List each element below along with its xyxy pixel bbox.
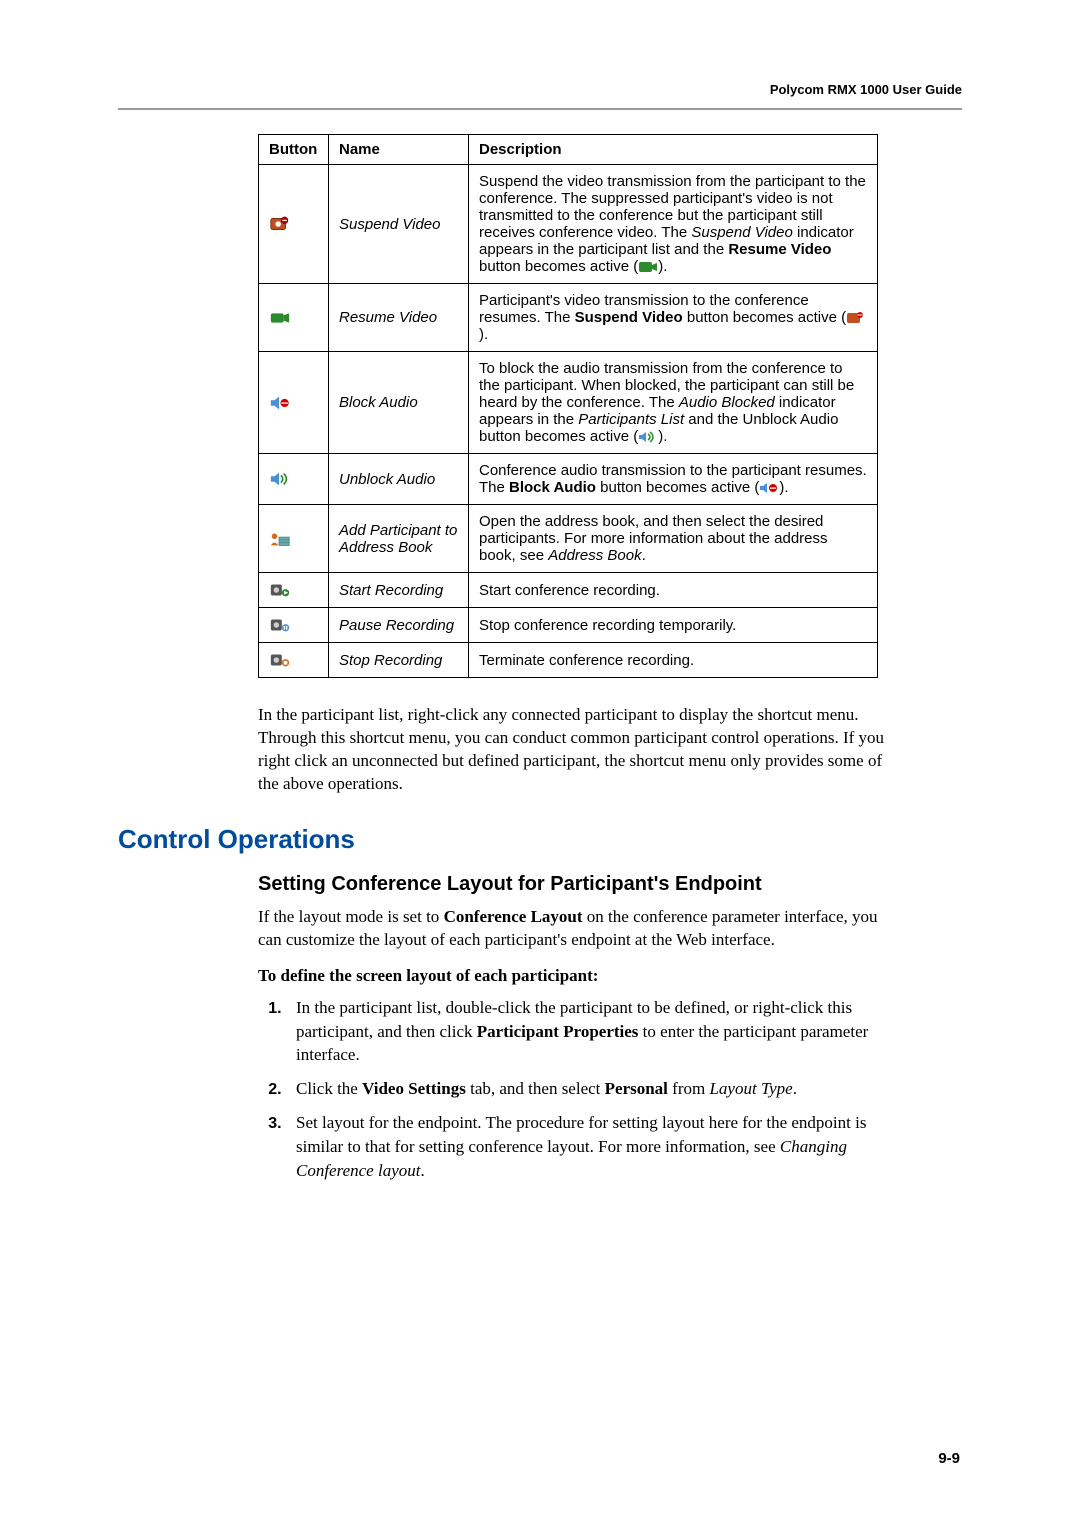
row-name: Add Participant to Address Book xyxy=(329,505,469,573)
unblock-audio-icon xyxy=(269,470,291,488)
table-row: Block Audio To block the audio transmiss… xyxy=(259,352,878,454)
subsection-heading: Setting Conference Layout for Participan… xyxy=(258,873,962,896)
row-name: Suspend Video xyxy=(329,165,469,284)
row-desc: Terminate conference recording. xyxy=(469,643,878,678)
table-row: Unblock Audio Conference audio transmiss… xyxy=(259,454,878,505)
table-row: Stop Recording Terminate conference reco… xyxy=(259,643,878,678)
row-desc: To block the audio transmission from the… xyxy=(469,352,878,454)
block-audio-inline-icon xyxy=(759,481,779,495)
row-desc: Participant's video transmission to the … xyxy=(469,284,878,352)
row-desc: Open the address book, and then select t… xyxy=(469,505,878,573)
table-row: Add Participant to Address Book Open the… xyxy=(259,505,878,573)
row-desc: Stop conference recording temporarily. xyxy=(469,608,878,643)
th-desc: Description xyxy=(469,135,878,165)
row-name: Block Audio xyxy=(329,352,469,454)
stop-recording-icon xyxy=(269,651,291,669)
page-number: 9-9 xyxy=(938,1450,960,1467)
row-name: Start Recording xyxy=(329,573,469,608)
table-row: Pause Recording Stop conference recordin… xyxy=(259,608,878,643)
resume-video-inline-icon xyxy=(638,260,658,274)
block-audio-icon xyxy=(269,394,291,412)
pause-recording-icon xyxy=(269,616,291,634)
define-line: To define the screen layout of each part… xyxy=(258,966,962,986)
page: Polycom RMX 1000 User Guide Button Name … xyxy=(0,0,1080,1527)
step-2: Click the Video Settings tab, and then s… xyxy=(286,1077,898,1101)
table-row: Start Recording Start conference recordi… xyxy=(259,573,878,608)
row-name: Pause Recording xyxy=(329,608,469,643)
intro-paragraph: If the layout mode is set to Conference … xyxy=(258,906,898,952)
step-3: Set layout for the endpoint. The procedu… xyxy=(286,1111,898,1182)
row-name: Resume Video xyxy=(329,284,469,352)
suspend-video-inline-icon xyxy=(846,311,866,325)
row-desc: Suspend the video transmission from the … xyxy=(469,165,878,284)
th-button: Button xyxy=(259,135,329,165)
body-paragraph: In the participant list, right-click any… xyxy=(258,704,898,796)
add-participant-icon xyxy=(269,530,291,548)
button-table: Button Name Description Suspend Video Su… xyxy=(258,134,878,678)
row-name: Unblock Audio xyxy=(329,454,469,505)
row-desc: Start conference recording. xyxy=(469,573,878,608)
doc-title: Polycom RMX 1000 User Guide xyxy=(770,82,962,97)
header-rule xyxy=(118,108,962,110)
resume-video-icon xyxy=(269,309,291,327)
table-row: Resume Video Participant's video transmi… xyxy=(259,284,878,352)
row-name: Stop Recording xyxy=(329,643,469,678)
row-desc: Conference audio transmission to the par… xyxy=(469,454,878,505)
th-name: Name xyxy=(329,135,469,165)
section-heading: Control Operations xyxy=(118,824,962,855)
unblock-audio-inline-icon xyxy=(638,430,658,444)
steps-list: In the participant list, double-click th… xyxy=(258,996,898,1183)
step-1: In the participant list, double-click th… xyxy=(286,996,898,1067)
suspend-video-icon xyxy=(269,215,291,233)
table-row: Suspend Video Suspend the video transmis… xyxy=(259,165,878,284)
start-recording-icon xyxy=(269,581,291,599)
